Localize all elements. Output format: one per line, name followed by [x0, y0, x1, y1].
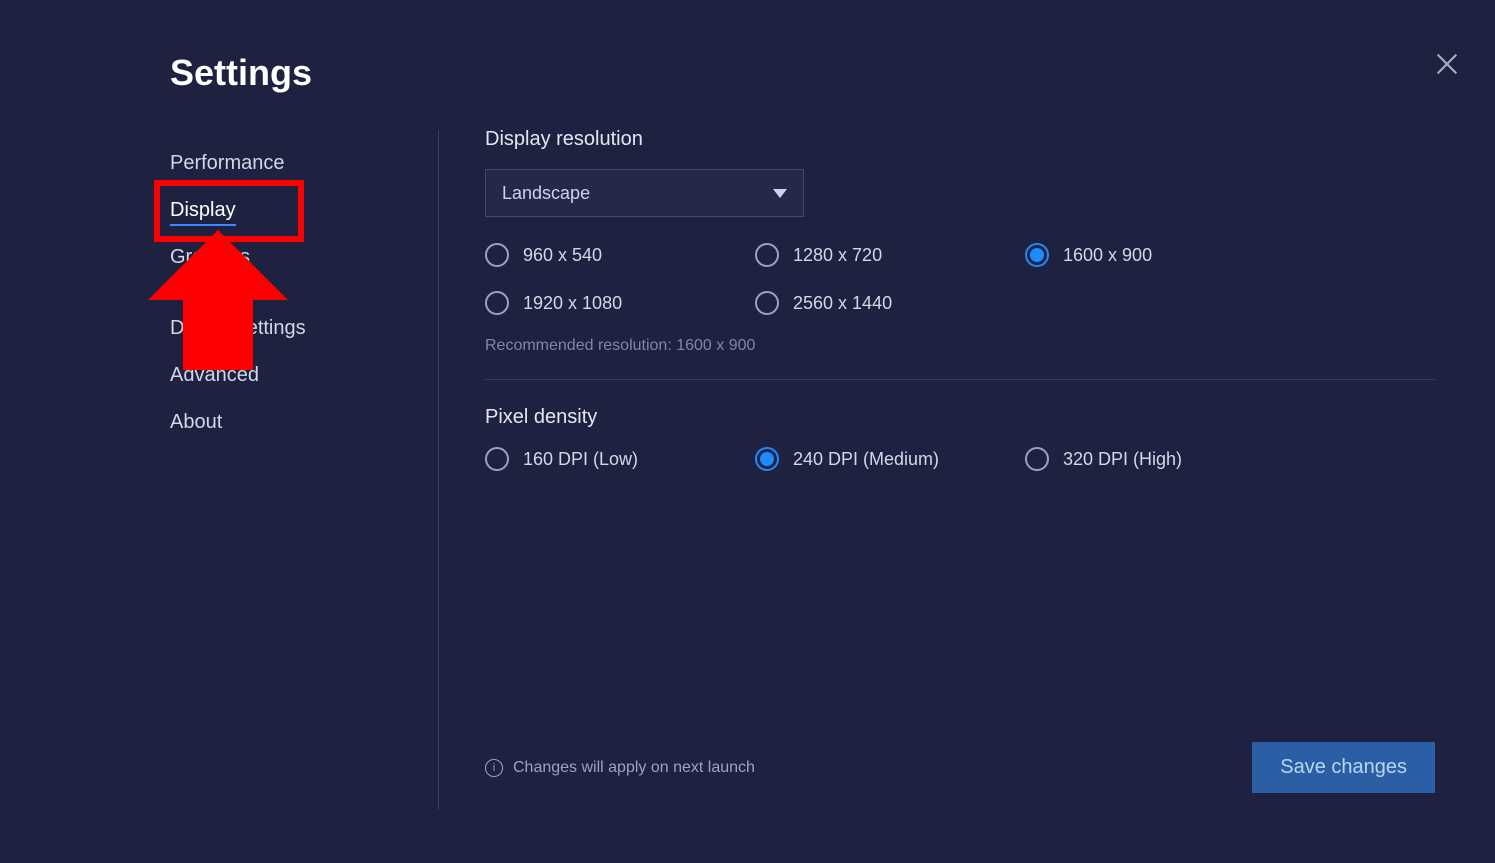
radio-icon — [485, 447, 509, 471]
radio-label: 160 DPI (Low) — [523, 449, 638, 470]
sidebar-item-label: Graphics — [170, 246, 250, 268]
sidebar-item-hidden[interactable] — [170, 281, 400, 305]
footer-note-text: Changes will apply on next launch — [513, 759, 755, 777]
footer-note: i Changes will apply on next launch — [485, 759, 755, 777]
sidebar: Performance Display Graphics Device sett… — [170, 140, 400, 446]
info-icon: i — [485, 759, 503, 777]
page-title: Settings — [170, 52, 312, 94]
sidebar-item-label: Device settings — [170, 317, 306, 339]
recommended-resolution: Recommended resolution: 1600 x 900 — [485, 337, 1435, 355]
density-heading: Pixel density — [485, 406, 1435, 429]
density-radio-240[interactable]: 240 DPI (Medium) — [755, 447, 1025, 471]
orientation-value: Landscape — [502, 183, 590, 204]
radio-icon — [755, 291, 779, 315]
footer: i Changes will apply on next launch Save… — [485, 742, 1435, 793]
resolution-radio-960x540[interactable]: 960 x 540 — [485, 243, 755, 267]
density-radio-320[interactable]: 320 DPI (High) — [1025, 447, 1295, 471]
sidebar-item-label: Display — [170, 199, 236, 226]
divider-vertical — [438, 130, 439, 810]
sidebar-item-label: Performance — [170, 152, 285, 174]
radio-icon — [755, 447, 779, 471]
radio-label: 1920 x 1080 — [523, 293, 622, 314]
radio-label: 960 x 540 — [523, 245, 602, 266]
save-changes-button[interactable]: Save changes — [1252, 742, 1435, 793]
orientation-dropdown[interactable]: Landscape — [485, 169, 804, 217]
resolution-options: 960 x 540 1280 x 720 1600 x 900 1920 x 1… — [485, 243, 1435, 315]
radio-label: 320 DPI (High) — [1063, 449, 1182, 470]
radio-label: 2560 x 1440 — [793, 293, 892, 314]
resolution-radio-2560x1440[interactable]: 2560 x 1440 — [755, 291, 1025, 315]
close-icon[interactable] — [1431, 48, 1463, 80]
sidebar-item-about[interactable]: About — [170, 399, 400, 446]
sidebar-item-graphics[interactable]: Graphics — [170, 234, 400, 281]
radio-icon — [1025, 447, 1049, 471]
resolution-heading: Display resolution — [485, 128, 1435, 151]
radio-icon — [485, 291, 509, 315]
radio-label: 1600 x 900 — [1063, 245, 1152, 266]
sidebar-item-device-settings[interactable]: Device settings — [170, 305, 400, 352]
divider-horizontal — [485, 379, 1435, 380]
density-radio-160[interactable]: 160 DPI (Low) — [485, 447, 755, 471]
sidebar-item-advanced[interactable]: Advanced — [170, 352, 400, 399]
density-options: 160 DPI (Low) 240 DPI (Medium) 320 DPI (… — [485, 447, 1435, 471]
radio-icon — [485, 243, 509, 267]
sidebar-item-label: About — [170, 411, 222, 433]
sidebar-item-display[interactable]: Display — [170, 187, 400, 234]
radio-label: 240 DPI (Medium) — [793, 449, 939, 470]
radio-icon — [755, 243, 779, 267]
sidebar-item-label: Advanced — [170, 364, 259, 386]
radio-icon — [1025, 243, 1049, 267]
resolution-radio-1920x1080[interactable]: 1920 x 1080 — [485, 291, 755, 315]
resolution-radio-1280x720[interactable]: 1280 x 720 — [755, 243, 1025, 267]
resolution-radio-1600x900[interactable]: 1600 x 900 — [1025, 243, 1295, 267]
sidebar-item-performance[interactable]: Performance — [170, 140, 400, 187]
content-panel: Display resolution Landscape 960 x 540 1… — [485, 128, 1435, 493]
chevron-down-icon — [773, 183, 787, 204]
radio-label: 1280 x 720 — [793, 245, 882, 266]
